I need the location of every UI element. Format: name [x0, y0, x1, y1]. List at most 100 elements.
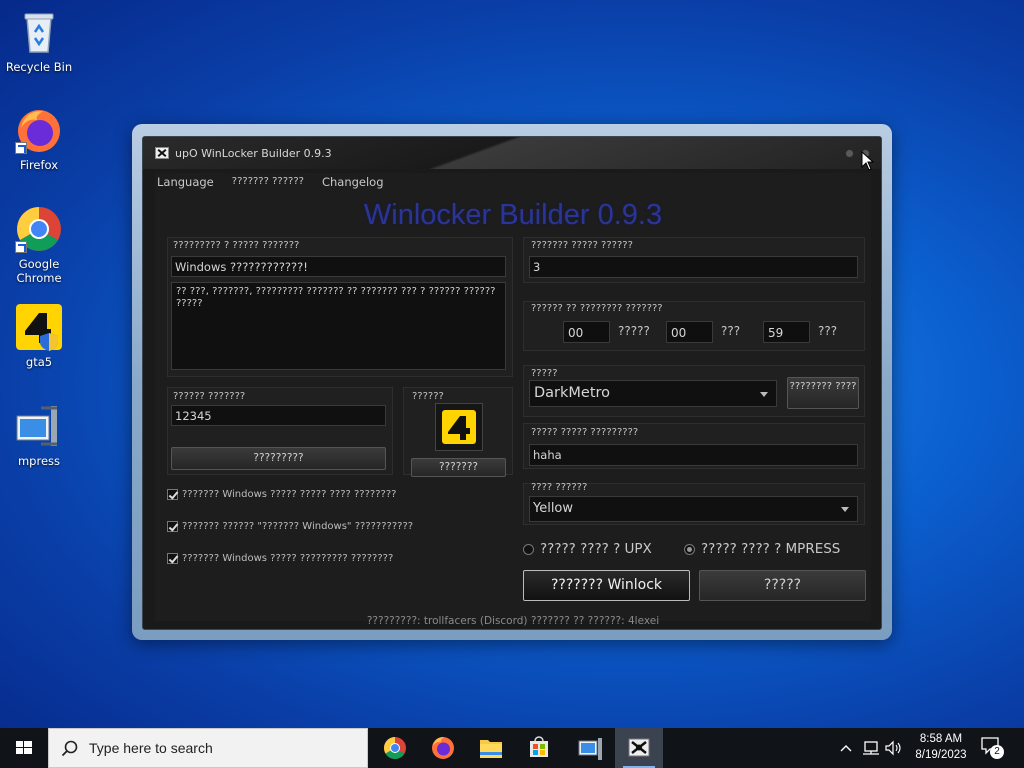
secret-label: ????? ????? ?????????	[531, 427, 639, 438]
firefox-icon	[15, 106, 63, 154]
menu-bar: Language ??????? ?????? Changelog	[155, 173, 386, 193]
timer-minutes-unit: ???	[721, 324, 741, 338]
timer-seconds-unit: ???	[818, 324, 838, 338]
color-select-value: Yellow	[533, 501, 574, 516]
generate-button[interactable]: ?????????	[171, 447, 386, 470]
desktop-icon-firefox[interactable]: Firefox	[4, 106, 74, 172]
checkbox-2[interactable]: ??????? ?????? "??????? Windows" ???????…	[167, 521, 413, 532]
taskbar-file-explorer[interactable]	[467, 728, 515, 768]
checkbox-checked-icon	[167, 489, 178, 500]
color-select[interactable]: Yellow	[529, 496, 858, 522]
desktop-icon-label: Recycle Bin	[5, 60, 73, 74]
menu-second[interactable]: ??????? ??????	[230, 173, 306, 193]
title-bar[interactable]: upO WinLocker Builder 0.9.3	[143, 137, 881, 169]
desktop-icon-label: Google Chrome	[16, 257, 62, 285]
store-icon	[530, 736, 548, 757]
radio-unselected-icon	[523, 543, 534, 555]
recycle-bin-icon	[15, 8, 63, 56]
taskbar-chrome[interactable]	[371, 728, 419, 768]
desktop-icon-google-chrome[interactable]: Google Chrome	[4, 205, 74, 285]
desktop-icon-label: Firefox	[19, 158, 59, 172]
taskbar: Type here to search 8:58 AM 8/19/2023 2	[0, 728, 1024, 768]
theme-label: ?????	[531, 368, 558, 379]
footer-credits: ?????????: trollfacers (Discord) ???????…	[366, 615, 660, 627]
choose-icon-button[interactable]: ???????	[411, 458, 506, 477]
windows-logo-icon	[16, 741, 32, 754]
minimize-button[interactable]	[845, 149, 854, 158]
taskbar-mpress[interactable]	[566, 728, 614, 768]
window-title: upO WinLocker Builder 0.9.3	[175, 147, 332, 160]
shortcut-arrow-icon	[15, 142, 27, 154]
timer-label: ?????? ?? ???????? ???????	[531, 303, 663, 314]
app-icon	[155, 147, 169, 159]
volume-icon[interactable]	[884, 740, 902, 756]
build-winlock-button[interactable]: ??????? Winlock	[523, 570, 690, 601]
menu-language[interactable]: Language	[155, 173, 216, 193]
timer-hours-unit: ?????	[618, 324, 650, 338]
checkbox-1-label: ??????? Windows ????? ????? ???? ???????…	[182, 489, 397, 500]
taskbar-firefox[interactable]	[419, 728, 467, 768]
taskbar-search-box[interactable]: Type here to search	[48, 728, 368, 768]
selected-icon-preview	[435, 403, 483, 451]
mpress-icon	[15, 402, 63, 450]
password-group-label: ?????? ???????	[173, 391, 246, 402]
taskbar-clock[interactable]: 8:58 AM 8/19/2023	[906, 731, 976, 763]
mouse-cursor-icon	[861, 151, 875, 171]
checkbox-checked-icon	[167, 521, 178, 532]
theme-select-value: DarkMetro	[534, 385, 611, 401]
shortcut-arrow-icon	[15, 241, 27, 253]
body-text-input[interactable]: ?? ???, ???????, ????????? ??????? ?? ??…	[171, 282, 506, 370]
timer-minutes-input[interactable]: 00	[666, 321, 713, 343]
radio-mpress[interactable]: ????? ???? ? MPRESS	[684, 541, 840, 557]
desktop-icon-gta5[interactable]: gta5	[4, 303, 74, 369]
winlocker-builder-window: upO WinLocker Builder 0.9.3 Language ???…	[132, 124, 892, 640]
desktop-icon-label: mpress	[17, 454, 61, 468]
password-input[interactable]: 12345	[171, 405, 386, 426]
exit-button[interactable]: ?????	[699, 570, 866, 601]
window-client: upO WinLocker Builder 0.9.3 Language ???…	[142, 136, 882, 630]
firefox-icon	[432, 737, 454, 759]
checkbox-3-label: ??????? Windows ????? ????????? ????????	[182, 553, 394, 564]
color-label: ???? ??????	[531, 482, 588, 493]
checkbox-checked-icon	[167, 553, 178, 564]
checkbox-1[interactable]: ??????? Windows ????? ????? ???? ???????…	[167, 489, 396, 500]
attempts-input[interactable]: 3	[529, 256, 858, 278]
checkbox-2-label: ??????? ?????? "??????? Windows" ???????…	[182, 521, 414, 532]
search-icon	[61, 740, 78, 757]
message-group-label: ????????? ? ????? ???????	[173, 240, 300, 251]
header-text-input[interactable]: Windows ????????????!	[171, 256, 506, 277]
chevron-down-icon	[841, 507, 849, 512]
checkbox-3[interactable]: ??????? Windows ????? ????????? ????????	[167, 553, 393, 564]
radio-upx-label: ????? ???? ? UPX	[540, 541, 652, 557]
gta5-app-icon	[442, 410, 476, 444]
gta5-app-icon	[15, 303, 63, 351]
desktop-icon-label: gta5	[25, 355, 53, 369]
app-heading: Winlocker Builder 0.9.3	[363, 199, 663, 231]
desktop-icon-mpress[interactable]: mpress	[4, 402, 74, 468]
winlocker-app-icon	[628, 738, 650, 757]
radio-mpress-label: ????? ???? ? MPRESS	[701, 541, 841, 557]
timer-hours-input[interactable]: 00	[563, 321, 610, 343]
taskbar-store[interactable]	[515, 728, 563, 768]
mpress-icon	[578, 738, 602, 760]
taskbar-winlocker-builder[interactable]	[615, 728, 663, 768]
notification-center-button[interactable]: 2	[980, 736, 1006, 760]
radio-upx[interactable]: ????? ???? ? UPX	[523, 541, 652, 557]
attempts-label: ??????? ????? ??????	[531, 240, 633, 251]
theme-select[interactable]: DarkMetro	[529, 380, 777, 407]
secret-input[interactable]: haha	[529, 444, 858, 466]
network-icon[interactable]	[862, 740, 880, 756]
desktop-icon-recycle-bin[interactable]: Recycle Bin	[4, 8, 74, 74]
clock-date: 8/19/2023	[915, 749, 967, 761]
theme-preview-button[interactable]: ???????? ????	[787, 377, 859, 409]
radio-selected-icon	[684, 543, 695, 555]
icon-group-label: ??????	[412, 391, 444, 402]
clock-time: 8:58 AM	[919, 733, 963, 745]
notification-count-badge: 2	[990, 745, 1004, 759]
timer-seconds-input[interactable]: 59	[763, 321, 810, 343]
chevron-up-icon[interactable]	[838, 741, 854, 755]
menu-changelog[interactable]: Changelog	[320, 173, 386, 193]
chrome-icon	[384, 737, 406, 759]
chevron-down-icon	[760, 391, 768, 397]
start-button[interactable]	[0, 728, 48, 768]
